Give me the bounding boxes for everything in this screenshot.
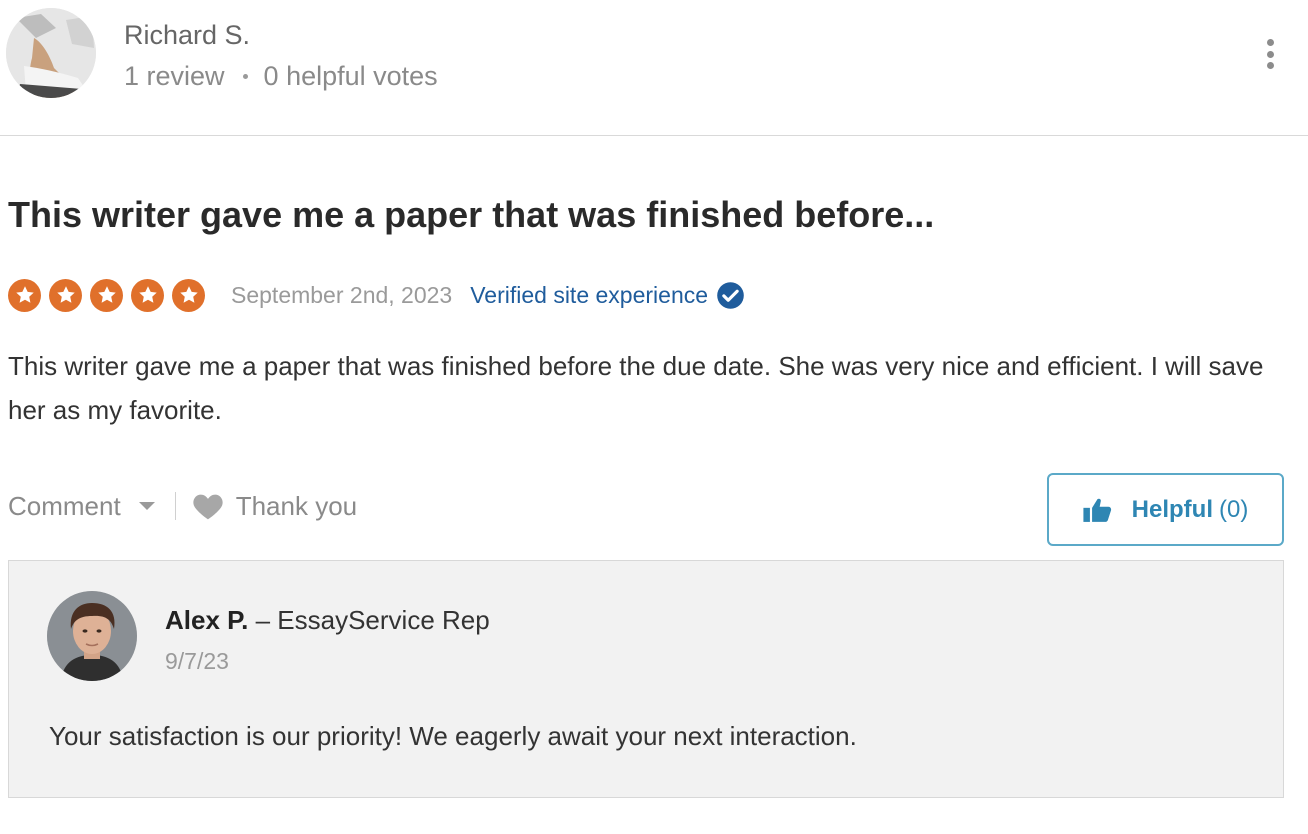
star-icon bbox=[49, 278, 82, 312]
divider bbox=[174, 492, 176, 520]
star-icon bbox=[131, 278, 164, 312]
star-rating bbox=[8, 278, 213, 312]
more-options-icon[interactable] bbox=[1258, 36, 1282, 72]
comment-label[interactable]: Comment bbox=[8, 491, 121, 522]
reply-text: Your satisfaction is our priority! We ea… bbox=[49, 721, 857, 751]
star-icon bbox=[90, 278, 123, 312]
review-date: September 2nd, 2023 bbox=[231, 281, 453, 308]
helpful-label[interactable]: Helpful bbox=[1132, 496, 1213, 524]
star-icon bbox=[8, 278, 41, 312]
thank-you-label[interactable]: Thank you bbox=[236, 491, 357, 522]
helpful-button[interactable]: Helpful (0) bbox=[1047, 473, 1284, 546]
review-count: 1 review bbox=[124, 61, 225, 91]
verified-label[interactable]: Verified site experience bbox=[470, 282, 708, 309]
helpful-count: (0) bbox=[1218, 495, 1249, 523]
reviewer-avatar[interactable] bbox=[6, 8, 96, 98]
rep-name: Alex P. bbox=[165, 605, 249, 635]
rep-header: Alex P. – EssayService Rep bbox=[165, 605, 490, 636]
rating-row: September 2nd, 2023 Verified site experi… bbox=[8, 277, 745, 313]
thumbs-up-icon bbox=[1083, 498, 1111, 522]
verified-check-icon bbox=[717, 281, 744, 309]
reviewer-stats: 1 review 0 helpful votes bbox=[124, 61, 438, 92]
heart-icon[interactable] bbox=[192, 491, 224, 521]
review-body: This writer gave me a paper that was fin… bbox=[8, 351, 1264, 425]
review-actions: Comment Thank you bbox=[8, 486, 357, 526]
chevron-down-icon[interactable] bbox=[138, 502, 155, 510]
rep-avatar bbox=[47, 591, 137, 681]
star-icon bbox=[172, 278, 205, 312]
verified-link[interactable]: Verified site experience bbox=[470, 281, 745, 310]
business-reply: Alex P. – EssayService Rep 9/7/23 Your s… bbox=[8, 560, 1284, 798]
helpful-votes-count: 0 helpful votes bbox=[263, 61, 438, 91]
reviewer-name[interactable]: Richard S. bbox=[124, 20, 250, 51]
reply-date: 9/7/23 bbox=[165, 648, 229, 674]
comment-button[interactable]: Comment bbox=[8, 491, 155, 522]
separator-dot bbox=[242, 74, 248, 79]
rep-role: – EssayService Rep bbox=[255, 605, 490, 635]
thank-you-button[interactable]: Thank you bbox=[192, 491, 357, 522]
reviewer-header: Richard S. 1 review 0 helpful votes bbox=[0, 0, 1308, 136]
review-title: This writer gave me a paper that was fin… bbox=[8, 194, 935, 235]
